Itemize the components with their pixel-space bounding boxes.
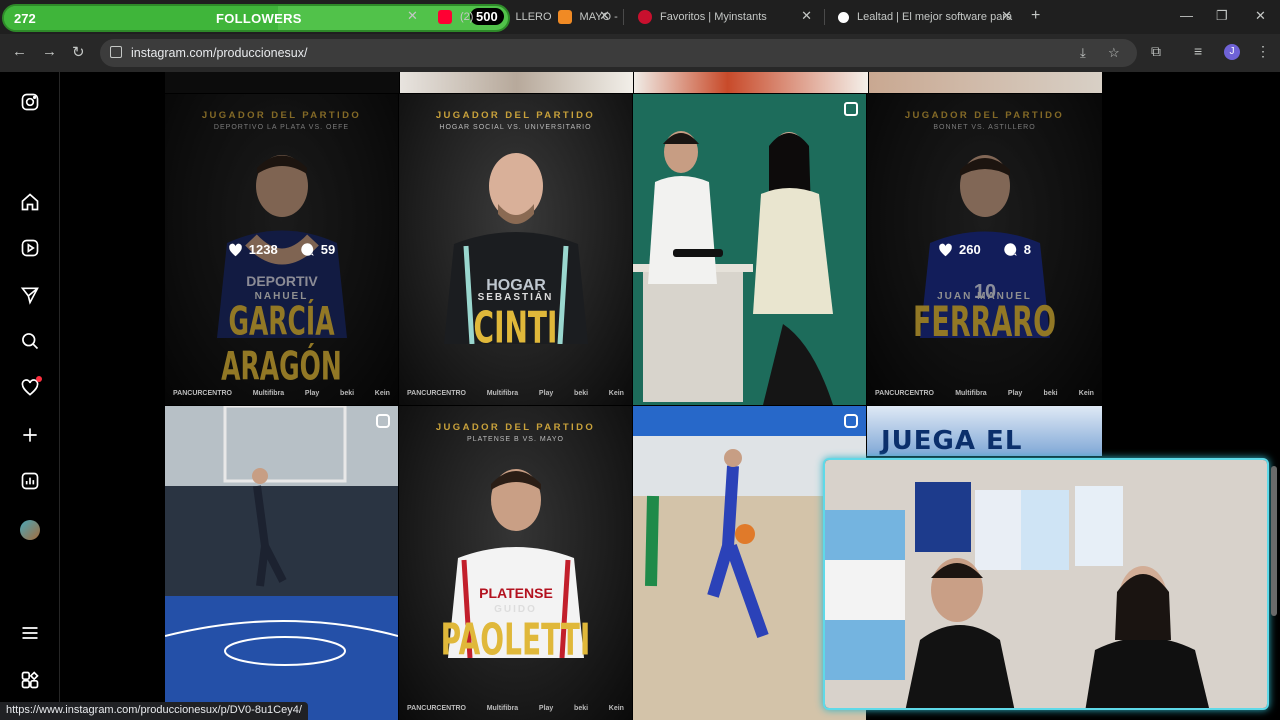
post-tile[interactable]: JUGADOR DEL PARTIDO BONNET VS. ASTILLERO… [867,94,1102,405]
page-scrollbar[interactable] [1270,76,1278,716]
browser-toolbar: ← → ↻ instagram.com/produccionesux/ ⤓ ☆ … [0,34,1280,72]
messages-icon[interactable] [19,284,41,306]
post-title: JUGADOR DEL PARTIDO [435,422,596,433]
link-status-bar: https://www.instagram.com/produccionesux… [0,702,308,720]
media-control-icon[interactable]: ≡ [1194,43,1202,59]
extensions-icon[interactable]: ⧉ [1151,43,1161,60]
orange-icon [557,10,572,24]
install-app-icon[interactable]: ⤓ [1080,45,1086,61]
home-icon[interactable] [19,191,41,213]
reel-icon [844,414,858,428]
likes-count: 1238 [248,242,278,257]
tab-close-icon[interactable]: ✕ [801,8,812,24]
tab-title: LLERO [515,11,552,23]
post-tile[interactable] [165,406,398,720]
create-plus-icon[interactable] [19,424,41,446]
comment-icon [1003,243,1017,256]
notification-dot [36,376,42,382]
carousel-icon [844,102,858,116]
post-subtitle: HOGAR SOCIAL VS. UNIVERSITARIO [439,124,592,131]
post-stats: 1238 59 [165,242,398,257]
reels-icon[interactable] [19,237,41,259]
tab-myinstants[interactable]: Favoritos | Myinstants ✕ [628,4,820,30]
jersey-text: PLATENSE [479,585,553,601]
search-icon[interactable] [19,330,41,352]
tab-title: Lealtad | El mejor software para [857,11,1013,23]
tab-close-icon[interactable]: ✕ [599,8,610,24]
tab-title: Favoritos | Myinstants [660,11,767,23]
sponsor-strip: PANCURCENTRO Multifibra Play beki Kein [173,390,390,397]
reload-button[interactable]: ↻ [72,43,85,61]
tab-youtube[interactable]: (2) LLERO MAYO - ✕ [428,4,618,30]
window-close-button[interactable]: ✕ [1255,8,1266,24]
maximize-button[interactable]: ❐ [1216,8,1228,24]
previous-row-strip [165,72,1102,93]
profile-avatar-icon[interactable] [20,520,40,540]
post-tile[interactable]: JUEGA EL ROBLE [867,406,1102,456]
myinstants-icon [638,10,652,24]
sponsor-strip: PANCURCENTRO Multifibra Play beki Kein [407,705,624,712]
player-last-name: CINTI [473,302,558,354]
scrollbar-thumb[interactable] [1271,466,1277,616]
interview-photo [633,94,866,405]
back-button[interactable]: ← [12,43,27,60]
post-tile[interactable]: JUGADOR DEL PARTIDO HOGAR SOCIAL VS. UNI… [399,94,632,405]
dashboard-icon[interactable] [19,470,41,492]
address-bar[interactable]: instagram.com/produccionesux/ ⤓ ☆ [100,39,1137,67]
youtube-icon [438,10,452,24]
reel-icon [376,414,390,428]
post-subtitle: PLATENSE B VS. MAYO [467,436,564,443]
post-stats: 260 8 [867,242,1102,257]
post-title: JUGADOR DEL PARTIDO [435,110,596,121]
comments-count: 8 [1023,242,1031,257]
site-info-icon[interactable] [110,46,122,58]
dunk-video-thumbnail [165,406,398,720]
tab-lealtad[interactable]: Lealtad | El mejor software para ✕ [828,4,1020,30]
post-tile[interactable]: JUGADOR DEL PARTIDO DEPORTIVO LA PLATA V… [165,94,398,405]
profile-avatar[interactable]: J [1224,44,1240,60]
post-tile[interactable]: JUGADOR DEL PARTIDO PLATENSE B VS. MAYO … [399,406,632,720]
followers-count: 272 [14,11,36,26]
tab-close-icon[interactable]: ✕ [407,8,418,24]
heart-icon [939,243,952,256]
comment-icon [300,243,314,256]
more-menu-icon[interactable] [19,622,41,644]
instagram-logo-icon[interactable] [19,91,41,113]
forward-button[interactable]: → [42,43,57,60]
likes-count: 260 [959,242,981,257]
tab-title: (2) [460,11,474,23]
comments-count: 59 [320,242,336,257]
new-tab-button[interactable]: + [1031,7,1040,25]
followers-label: FOLLOWERS [216,11,302,26]
sponsor-strip: PANCURCENTRO Multifibra Play beki Kein [407,390,624,397]
address-url[interactable]: instagram.com/produccionesux/ [131,46,307,60]
post-tile[interactable] [633,94,866,405]
webcam-overlay [823,458,1269,710]
player-last-name: PAOLETTI [440,614,591,666]
menu-icon[interactable]: ⋮ [1256,43,1270,60]
tab-close-icon[interactable]: ✕ [1001,8,1012,24]
sponsor-strip: PANCURCENTRO Multifibra Play beki Kein [875,390,1094,397]
browser-tab-strip: 272 FOLLOWERS 500 ✕ (2) LLERO MAYO - ✕ F… [0,0,1280,34]
minimize-button[interactable]: — [1180,8,1193,23]
banner-text: JUEGA EL ROBLE [881,426,1023,456]
also-from-meta-icon[interactable] [19,669,41,691]
webcam-feed [825,460,1267,708]
bookmark-star-icon[interactable]: ☆ [1108,45,1120,61]
instagram-sidebar [0,72,60,720]
lealtad-icon [838,11,849,23]
heart-icon [228,243,242,256]
